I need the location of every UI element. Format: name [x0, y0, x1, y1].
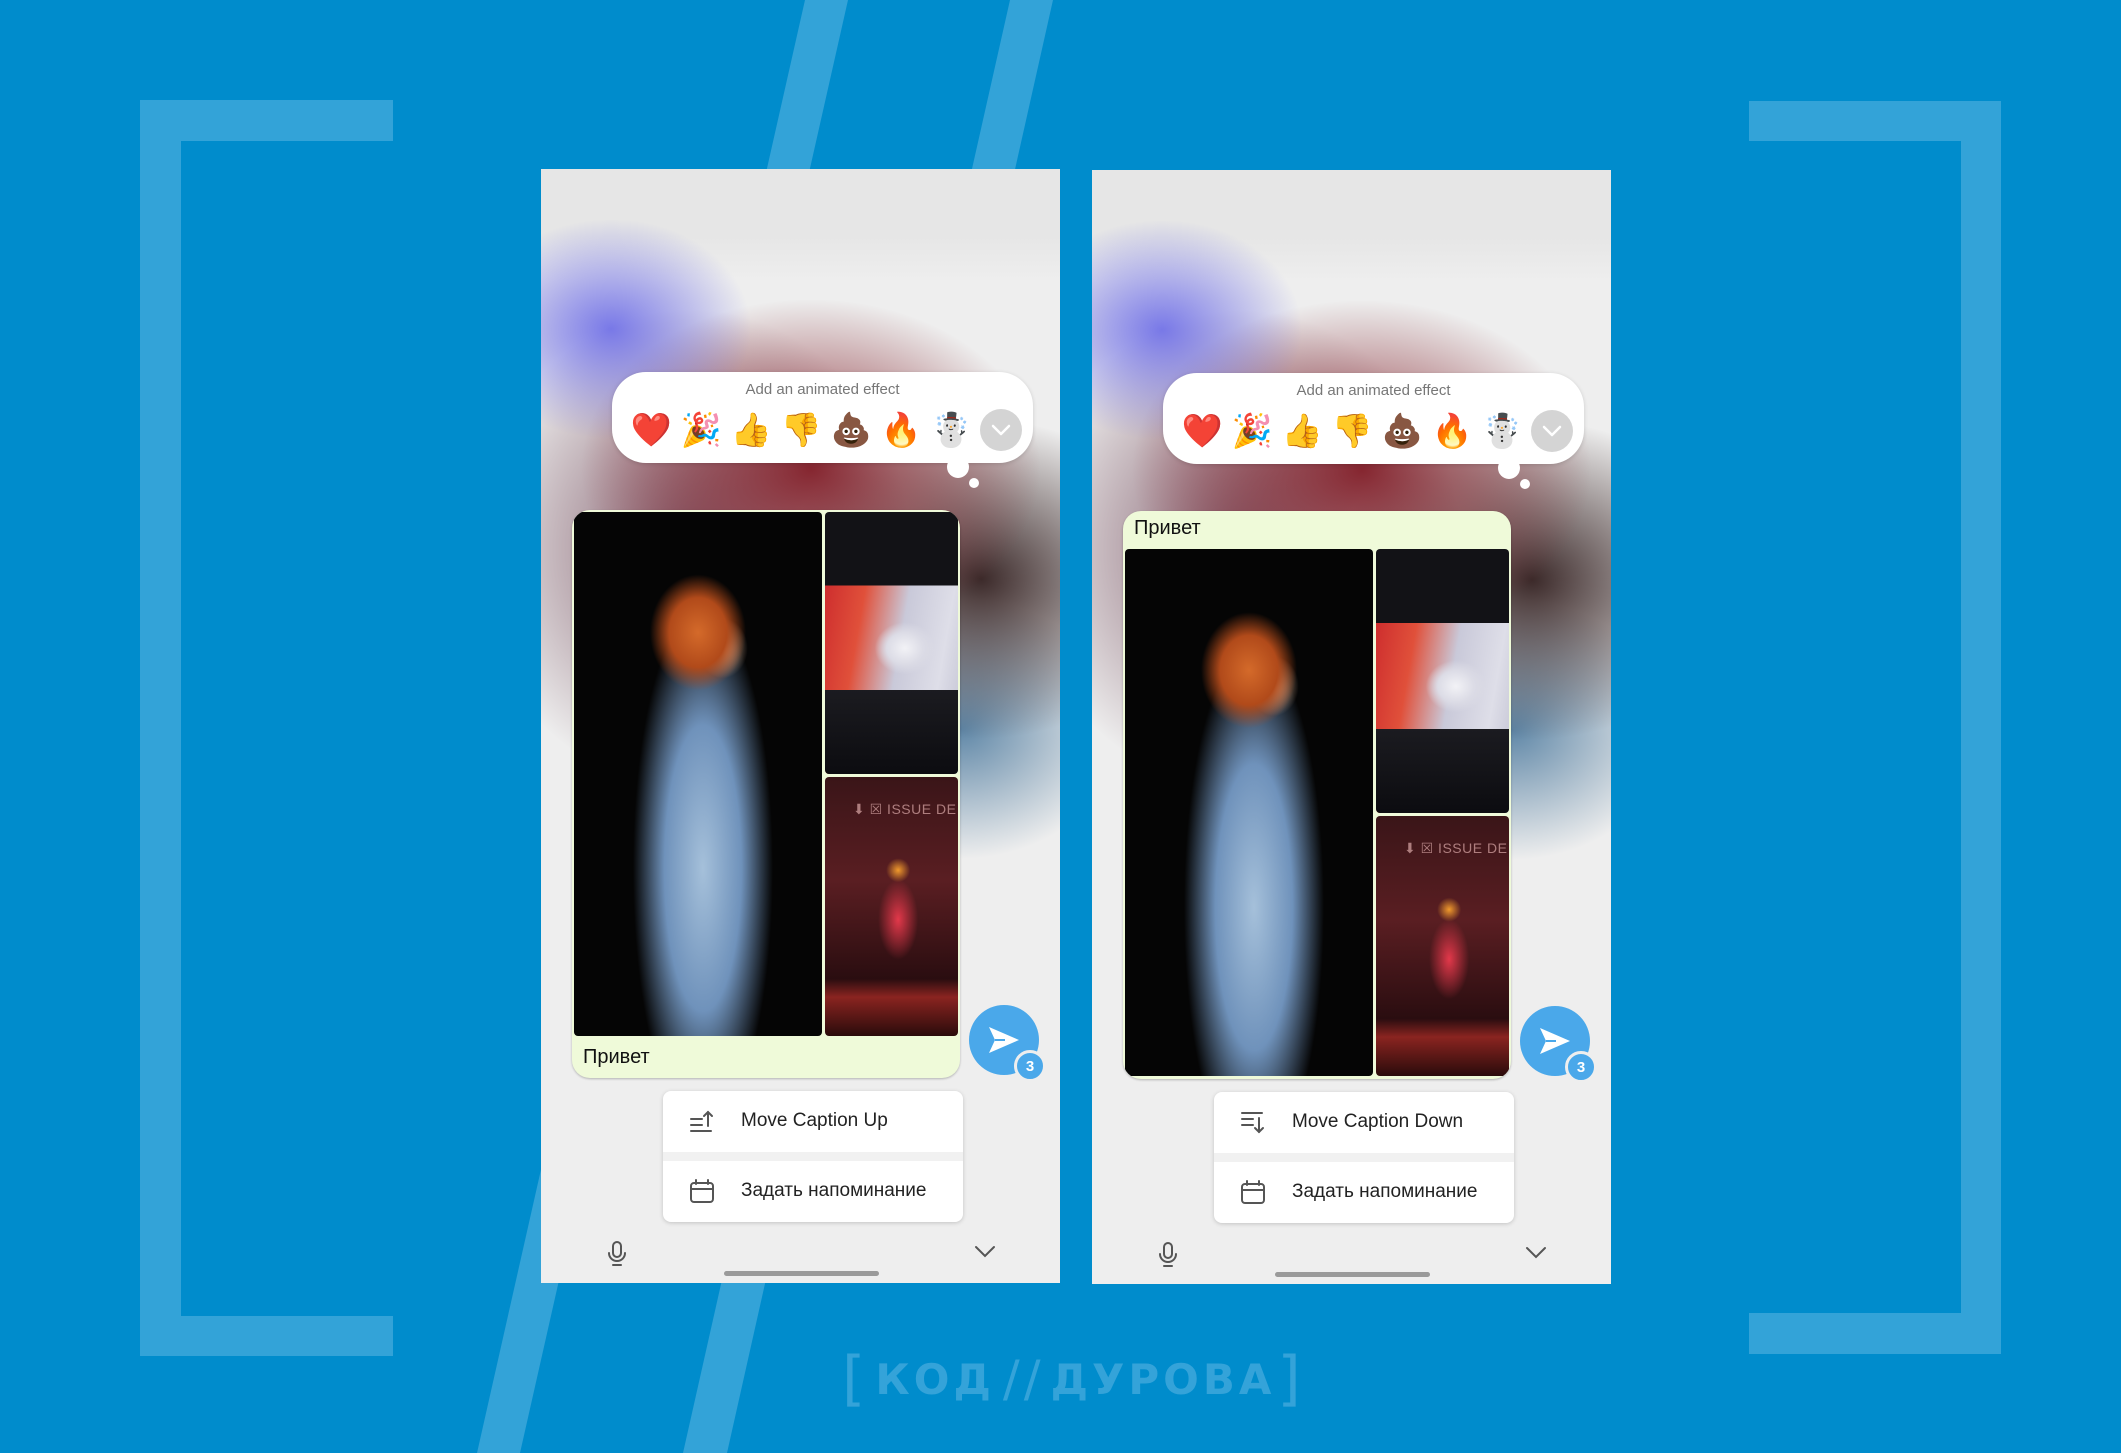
menu-item-move-caption-up[interactable]: Move Caption Up — [663, 1091, 963, 1151]
effect-thumbs-up[interactable]: 👍 — [1277, 409, 1327, 453]
effect-heart[interactable]: ❤️ — [626, 408, 676, 452]
stage-sign-text: ⬇ ☒ ISSUE DE SECO — [1404, 840, 1509, 856]
message-caption: Привет — [1134, 517, 1201, 539]
expand-effects-button[interactable] — [1531, 410, 1573, 452]
bracket-arm — [140, 1316, 393, 1356]
microphone-icon[interactable] — [1156, 1241, 1180, 1269]
popup-tail — [969, 478, 979, 488]
message-caption: Привет — [583, 1046, 650, 1068]
effect-party-popper[interactable]: 🎉 — [1227, 409, 1277, 453]
message-bubble[interactable]: ⬇ ☒ ISSUE DE SECO Привет — [572, 510, 960, 1078]
photo-concert-screen[interactable] — [1376, 549, 1509, 813]
effect-emoji-row: ❤️ 🎉 👍 👎 💩 🔥 ☃️ — [626, 408, 1022, 452]
bracket-arm — [1749, 1313, 2001, 1354]
photo-stage-performance[interactable]: ⬇ ☒ ISSUE DE SECO — [1376, 816, 1509, 1076]
menu-divider — [1214, 1153, 1514, 1162]
photo-stage-performance[interactable]: ⬇ ☒ ISSUE DE SECO — [825, 777, 958, 1036]
microphone-icon[interactable] — [605, 1240, 629, 1268]
menu-item-set-reminder[interactable]: Задать напоминание — [1214, 1162, 1514, 1222]
menu-item-move-caption-down[interactable]: Move Caption Down — [1214, 1092, 1514, 1152]
phone-screen-before: Add an animated effect ❤️ 🎉 👍 👎 💩 🔥 ☃️ ⬇… — [541, 169, 1060, 1283]
logo-bracket-open: [ — [842, 1344, 870, 1414]
effect-thumbs-down[interactable]: 👎 — [776, 408, 826, 452]
calendar-icon — [687, 1176, 717, 1206]
animated-effect-popup: Add an animated effect ❤️ 🎉 👍 👎 💩 🔥 ☃️ — [612, 372, 1033, 463]
menu-item-set-reminder[interactable]: Задать напоминание — [663, 1161, 963, 1221]
expand-effects-button[interactable] — [980, 409, 1022, 451]
effect-thumbs-up[interactable]: 👍 — [726, 408, 776, 452]
photo-singer-sequin-dress[interactable] — [1125, 549, 1373, 1076]
context-menu: Move Caption Down Задать напоминание — [1214, 1092, 1514, 1223]
effect-snowman[interactable]: ☃️ — [1477, 409, 1527, 453]
effect-party-popper[interactable]: 🎉 — [676, 408, 726, 452]
popup-tail — [1498, 457, 1520, 479]
popup-tail — [947, 456, 969, 478]
bracket-stem — [140, 100, 181, 1356]
effect-poop[interactable]: 💩 — [1377, 409, 1427, 453]
move-caption-down-icon — [1238, 1107, 1268, 1137]
photo-singer-sequin-dress[interactable] — [574, 512, 822, 1036]
message-bubble[interactable]: Привет ⬇ ☒ ISSUE DE SECO — [1123, 511, 1511, 1079]
photo-concert-screen[interactable] — [825, 512, 958, 774]
send-icon — [989, 1027, 1019, 1053]
animated-effect-popup: Add an animated effect ❤️ 🎉 👍 👎 💩 🔥 ☃️ — [1163, 373, 1584, 464]
move-caption-up-icon — [687, 1106, 717, 1136]
menu-item-label: Задать напоминание — [1292, 1181, 1478, 1202]
chevron-down-icon — [1542, 425, 1562, 437]
home-indicator[interactable] — [724, 1271, 879, 1276]
menu-item-label: Move Caption Up — [741, 1110, 888, 1131]
media-count-badge: 3 — [1014, 1050, 1046, 1082]
bracket-stem — [1961, 101, 2001, 1354]
stage-sign-text: ⬇ ☒ ISSUE DE SECO — [853, 801, 958, 817]
context-menu: Move Caption Up Задать напоминание — [663, 1091, 963, 1222]
effect-heart[interactable]: ❤️ — [1177, 409, 1227, 453]
background-slashes — [477, 0, 1053, 1453]
chevron-down-icon[interactable] — [973, 1243, 997, 1261]
send-icon — [1540, 1028, 1570, 1054]
logo-word-durova: ДУРОВА — [1050, 1354, 1276, 1404]
logo-word-kod: КОД — [875, 1354, 995, 1404]
menu-divider — [663, 1152, 963, 1161]
menu-item-label: Move Caption Down — [1292, 1111, 1464, 1132]
logo-slashes: // — [1002, 1350, 1045, 1408]
calendar-icon — [1238, 1177, 1268, 1207]
effect-popup-title: Add an animated effect — [745, 381, 900, 398]
media-count-badge: 3 — [1565, 1051, 1597, 1083]
kod-durova-logo: [ КОД // ДУРОВА ] — [842, 1344, 1305, 1414]
home-indicator[interactable] — [1275, 1272, 1430, 1277]
effect-poop[interactable]: 💩 — [826, 408, 876, 452]
effect-snowman[interactable]: ☃️ — [926, 408, 976, 452]
menu-item-label: Задать напоминание — [741, 1180, 927, 1201]
phone-screen-after: Add an animated effect ❤️ 🎉 👍 👎 💩 🔥 ☃️ П… — [1092, 170, 1611, 1284]
effect-emoji-row: ❤️ 🎉 👍 👎 💩 🔥 ☃️ — [1177, 409, 1573, 453]
popup-tail — [1520, 479, 1530, 489]
chevron-down-icon[interactable] — [1524, 1244, 1548, 1262]
effect-fire[interactable]: 🔥 — [876, 408, 926, 452]
logo-bracket-close: ] — [1277, 1344, 1305, 1414]
chevron-down-icon — [991, 424, 1011, 436]
effect-fire[interactable]: 🔥 — [1427, 409, 1477, 453]
effect-thumbs-down[interactable]: 👎 — [1327, 409, 1377, 453]
effect-popup-title: Add an animated effect — [1296, 382, 1451, 399]
